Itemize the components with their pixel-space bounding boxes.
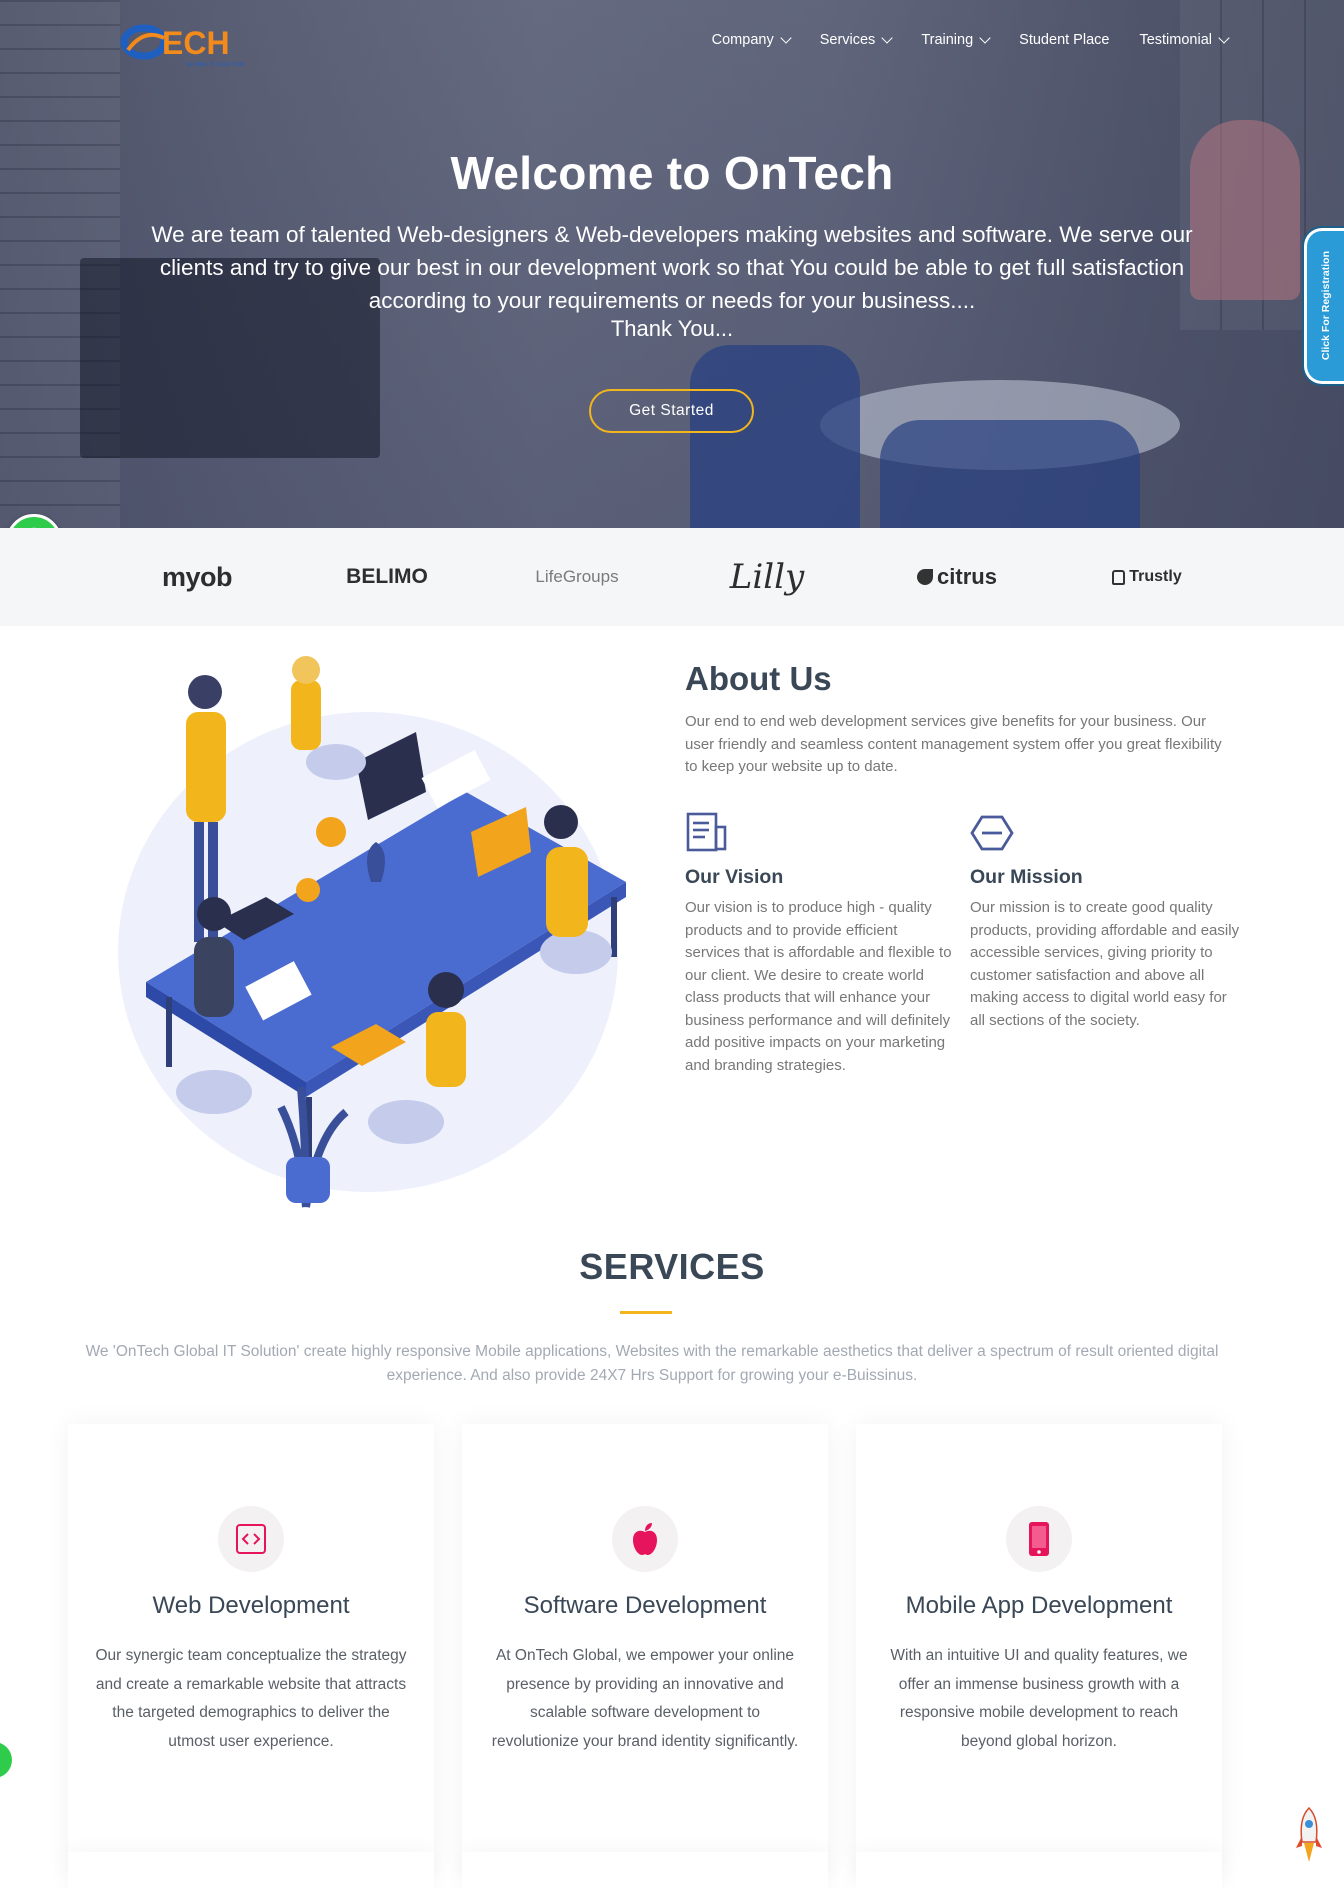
- logo-text: ECH: [162, 25, 230, 61]
- service-card-next-row: [856, 1852, 1222, 1888]
- service-card-next-row: [68, 1852, 434, 1888]
- about-description: Our end to end web development services …: [685, 713, 1222, 775]
- client-logo-lifegroups: LifeGroups: [502, 556, 652, 598]
- client-logos-strip: myob BELIMO LifeGroups Lilly citrus Trus…: [0, 528, 1344, 626]
- hero-bg-wall: [0, 0, 120, 528]
- mission-description: Our mission is to create good quality pr…: [970, 899, 1240, 1029]
- service-card-text: With an intuitive UI and quality feature…: [890, 1647, 1188, 1750]
- registration-tab[interactable]: Click For Registration: [1304, 228, 1344, 384]
- services-title: SERVICES: [579, 1246, 765, 1287]
- logo-subtext: GLOBAL IT SOLUTION: [186, 62, 244, 68]
- nav-item-label: Student Place: [1019, 32, 1110, 48]
- client-logo-text: citrus: [937, 564, 997, 589]
- client-logo-text: LifeGroups: [535, 567, 619, 586]
- nav-item-student-place[interactable]: Student Place: [1019, 32, 1109, 48]
- hero-bg-table: [820, 380, 1180, 470]
- service-icon-circle: [1006, 1506, 1072, 1572]
- service-card-web[interactable]: Web Development Our synergic team concep…: [68, 1424, 434, 1864]
- hero-bg-chair: [690, 345, 860, 528]
- client-logo-text: BELIMO: [346, 565, 428, 588]
- service-icon-circle: [612, 1506, 678, 1572]
- services-subtitle: We 'OnTech Global IT Solution' create hi…: [85, 1343, 1219, 1384]
- nav-item-company[interactable]: Company: [711, 32, 792, 48]
- citrus-leaf-icon: [917, 569, 934, 585]
- client-logo-text: Trustly: [1129, 568, 1182, 585]
- service-card-mobile[interactable]: Mobile App Development With an intuitive…: [856, 1424, 1222, 1864]
- registration-tab-label: Click For Registration: [1319, 251, 1332, 361]
- nav-item-label: Testimonial: [1139, 32, 1212, 48]
- service-icon-circle: [218, 1506, 284, 1572]
- apple-icon: [633, 1523, 657, 1555]
- lock-icon: [1112, 569, 1126, 585]
- service-card-next-row: [462, 1852, 828, 1888]
- service-card-text: At OnTech Global, we empower your online…: [491, 1647, 799, 1750]
- client-logo-text: Lilly: [729, 557, 805, 597]
- chevron-down-icon: [1218, 32, 1230, 44]
- service-card-title: Mobile App Development: [905, 1592, 1173, 1619]
- team-office-illustration: [118, 656, 626, 1208]
- client-logo-text: myob: [161, 561, 233, 592]
- nav-item-label: Training: [921, 32, 974, 48]
- client-logo-myob: myob: [122, 556, 272, 598]
- ontech-logo[interactable]: ECH GLOBAL IT SOLUTION: [118, 16, 266, 72]
- services-title-underline: [620, 1311, 672, 1314]
- document-icon: [686, 812, 727, 852]
- vision-title: Our Vision: [685, 866, 784, 888]
- smartphone-icon: [1029, 1522, 1049, 1556]
- nav-item-label: Company: [711, 32, 774, 48]
- nav-item-testimonial[interactable]: Testimonial: [1139, 32, 1230, 48]
- nav-item-label: Services: [819, 32, 876, 48]
- service-card-title: Software Development: [523, 1592, 767, 1619]
- code-icon: [236, 1524, 266, 1554]
- hero-bg-chair: [880, 420, 1140, 528]
- nav-item-services[interactable]: Services: [819, 32, 893, 48]
- scroll-to-top-rocket-icon[interactable]: [1294, 1806, 1324, 1864]
- hero-description: We are team of talented Web-designers & …: [151, 222, 1193, 313]
- chevron-down-icon: [979, 32, 991, 44]
- hexagon-icon: [970, 815, 1014, 851]
- service-card-software[interactable]: Software Development At OnTech Global, w…: [462, 1424, 828, 1864]
- side-whatsapp-tab[interactable]: [0, 1742, 12, 1778]
- get-started-button[interactable]: Get Started: [589, 389, 754, 433]
- mission-title: Our Mission: [970, 866, 1083, 888]
- about-title: About Us: [685, 660, 832, 697]
- service-card-title: Web Development: [152, 1592, 350, 1619]
- service-card-text: Our synergic team conceptualize the stra…: [95, 1647, 407, 1750]
- main-nav: Company Services Training Student Place …: [711, 32, 1230, 48]
- client-logo-citrus: citrus: [882, 556, 1032, 598]
- hero-thanks: Thank You...: [610, 316, 734, 341]
- client-logo-lilly: Lilly: [692, 556, 842, 598]
- chevron-down-icon: [881, 32, 893, 44]
- client-logo-belimo: BELIMO: [312, 556, 462, 598]
- nav-item-training[interactable]: Training: [921, 32, 991, 48]
- vision-description: Our vision is to produce high - quality …: [685, 899, 952, 1074]
- client-logo-trustly: Trustly: [1072, 556, 1222, 598]
- chevron-down-icon: [780, 32, 792, 44]
- hero-section: ECH GLOBAL IT SOLUTION Company Services …: [0, 0, 1344, 528]
- hero-title: Welcome to OnTech: [450, 147, 894, 199]
